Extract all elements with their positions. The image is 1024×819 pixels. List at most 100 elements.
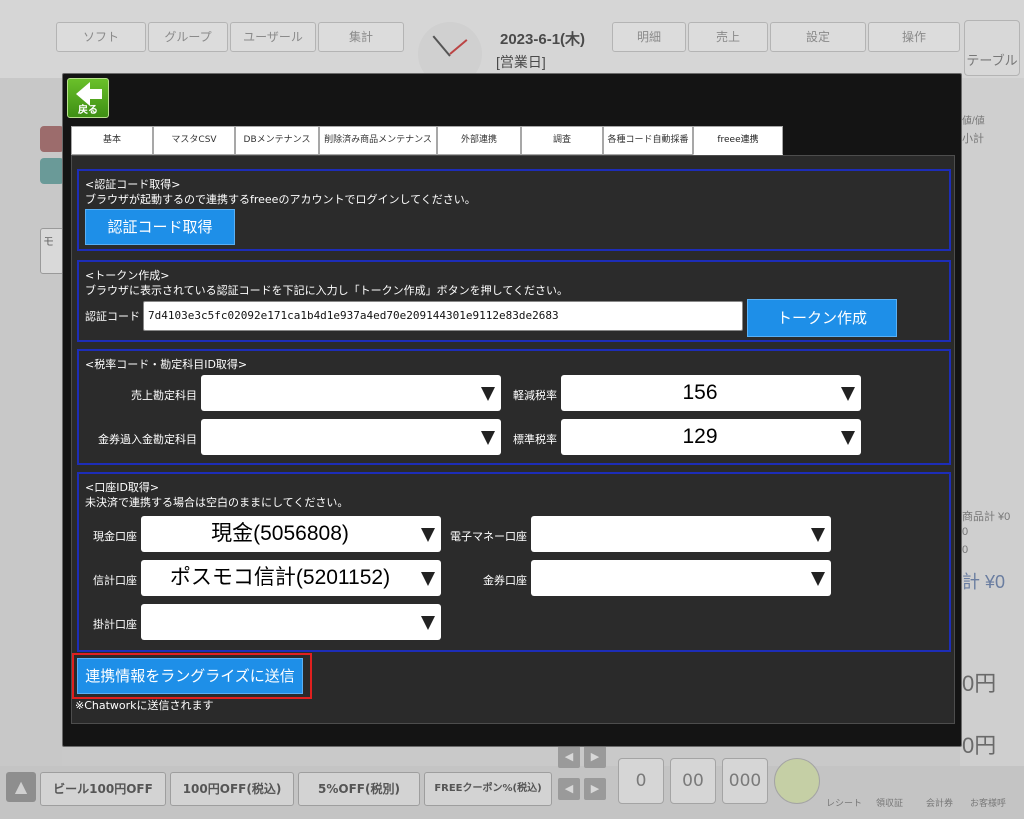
voucher-account-select[interactable] bbox=[531, 560, 831, 596]
send-note: ※Chatworkに送信されます bbox=[75, 699, 214, 712]
bg-day-type: [営業日] bbox=[496, 54, 546, 70]
send-to-ranglize-button[interactable]: 連携情報をラングライズに送信 bbox=[77, 658, 303, 694]
bg-right-text: 0 bbox=[962, 526, 969, 538]
section-description: ブラウザに表示されている認証コードを下記に入力し「トークン作成」ボタンを押してく… bbox=[85, 284, 569, 297]
back-button[interactable]: 戻る bbox=[67, 78, 109, 118]
tab-survey[interactable]: 調査 bbox=[521, 126, 603, 155]
dropdown-arrow-icon bbox=[421, 572, 435, 586]
send-highlight-box: 連携情報をラングライズに送信 bbox=[72, 653, 312, 699]
bg-top-button: 設定 bbox=[770, 22, 866, 52]
bg-table-button: テーブル bbox=[964, 20, 1020, 76]
bg-right-panel bbox=[960, 78, 1024, 768]
reduced-tax-label: 軽減税率 bbox=[513, 389, 557, 402]
section-description: ブラウザが起動するので連携するfreeeのアカウントでログインしてください。 bbox=[85, 193, 476, 206]
sales-account-select[interactable] bbox=[201, 375, 501, 411]
tab-deleted-items[interactable]: 削除済み商品メンテナンス bbox=[319, 126, 437, 155]
bg-top-button: ユーザール bbox=[230, 22, 316, 52]
voucher-over-account-select[interactable] bbox=[201, 419, 501, 455]
bg-left-arrow-icon: ◀ bbox=[558, 778, 580, 800]
bg-right-arrow-icon: ▶ bbox=[584, 746, 606, 768]
emoney-account-select[interactable] bbox=[531, 516, 831, 552]
tax-code-section: <税率コード・勘定科目ID取得> 売上勘定科目 軽減税率 156 金券過入金勘定… bbox=[77, 349, 951, 465]
bg-discount-button: 5%OFF(税別) bbox=[298, 772, 420, 806]
dropdown-arrow-icon bbox=[841, 431, 855, 445]
token-section: <トークン作成> ブラウザに表示されている認証コードを下記に入力し「トークン作成… bbox=[77, 260, 951, 342]
bg-table-label: テーブル bbox=[966, 54, 1018, 69]
bg-right-arrow-icon: ▶ bbox=[584, 778, 606, 800]
bg-numpad-key: 000 bbox=[722, 758, 768, 804]
bg-left-button: モ bbox=[40, 228, 64, 274]
bg-right-text: 値/値 bbox=[962, 116, 985, 127]
bg-top-button: ソフト bbox=[56, 22, 146, 52]
cash-account-label: 現金口座 bbox=[93, 530, 137, 543]
dropdown-arrow-icon bbox=[811, 572, 825, 586]
bg-icon-label: お客様呼 bbox=[970, 799, 1007, 809]
bg-up-icon: ▲ bbox=[6, 772, 36, 802]
bg-top-button: 売上 bbox=[688, 22, 768, 52]
dropdown-arrow-icon bbox=[481, 431, 495, 445]
bg-right-text: 0 bbox=[962, 544, 969, 556]
back-label: 戻る bbox=[78, 105, 98, 116]
bg-icon-label: 会計券 bbox=[926, 799, 954, 809]
section-title: <口座ID取得> bbox=[85, 481, 160, 494]
bg-date: 2023-6-1(木) bbox=[500, 31, 586, 48]
standard-tax-select[interactable]: 129 bbox=[561, 419, 861, 455]
auth-code-input[interactable]: 7d4103e3c5fc02092e171ca1b4d1e937a4ed70e2… bbox=[143, 301, 743, 331]
get-auth-code-button[interactable]: 認証コード取得 bbox=[85, 209, 235, 245]
bg-right-total: 計 ¥0 bbox=[962, 572, 1006, 592]
tab-freee[interactable]: freee連携 bbox=[693, 126, 783, 155]
section-title: <認証コード取得> bbox=[85, 178, 181, 191]
tab-db-maintenance[interactable]: DBメンテナンス bbox=[235, 126, 319, 155]
bg-top-button: 明細 bbox=[612, 22, 686, 52]
tab-auto-numbering[interactable]: 各種コード自動採番 bbox=[603, 126, 693, 155]
create-token-button[interactable]: トークン作成 bbox=[747, 299, 897, 337]
dropdown-arrow-icon bbox=[421, 528, 435, 542]
credit-account-select[interactable]: ポスモコ信計(5201152) bbox=[141, 560, 441, 596]
tab-master-csv[interactable]: マスタCSV bbox=[153, 126, 235, 155]
bg-check-icon bbox=[774, 758, 820, 804]
tab-content: <認証コード取得> ブラウザが起動するので連携するfreeeのアカウントでログイ… bbox=[71, 155, 955, 724]
dropdown-arrow-icon bbox=[841, 387, 855, 401]
auth-code-section: <認証コード取得> ブラウザが起動するので連携するfreeeのアカウントでログイ… bbox=[77, 169, 951, 251]
voucher-over-account-label: 金券過入金勘定科目 bbox=[98, 433, 197, 446]
cash-account-select[interactable]: 現金(5056808) bbox=[141, 516, 441, 552]
settings-modal: 戻る 基本 マスタCSV DBメンテナンス 削除済み商品メンテナンス 外部連携 … bbox=[62, 73, 962, 747]
bg-right-amount: 0円 bbox=[962, 733, 997, 758]
select-value: 129 bbox=[682, 425, 718, 448]
voucher-account-label: 金券口座 bbox=[483, 574, 527, 587]
bg-numpad-key: 0 bbox=[618, 758, 664, 804]
bg-icon-label: レシート bbox=[826, 799, 863, 809]
account-id-section: <口座ID取得> 未決済で連携する場合は空白のままにしてください。 現金口座 現… bbox=[77, 472, 951, 652]
tab-basic[interactable]: 基本 bbox=[71, 126, 153, 155]
bg-discount-button: ビール100円OFF bbox=[40, 772, 166, 806]
emoney-account-label: 電子マネー口座 bbox=[450, 530, 527, 543]
bg-icon-label: 領収証 bbox=[876, 799, 904, 809]
bg-right-amount: 0円 bbox=[962, 671, 997, 696]
sales-account-label: 売上勘定科目 bbox=[131, 389, 197, 402]
auth-code-label: 認証コード bbox=[85, 310, 140, 323]
bg-top-button: 操作 bbox=[868, 22, 960, 52]
bg-left-arrow-icon: ◀ bbox=[558, 746, 580, 768]
receivable-account-select[interactable] bbox=[141, 604, 441, 640]
select-value: 現金(5056808) bbox=[211, 522, 349, 545]
bg-discount-button: FREEクーポン%(税込) bbox=[424, 772, 552, 806]
section-title: <税率コード・勘定科目ID取得> bbox=[85, 358, 248, 371]
select-value: ポスモコ信計(5201152) bbox=[169, 566, 391, 589]
section-description: 未決済で連携する場合は空白のままにしてください。 bbox=[85, 496, 349, 509]
credit-account-label: 信計口座 bbox=[93, 574, 137, 587]
tab-external[interactable]: 外部連携 bbox=[437, 126, 521, 155]
receivable-account-label: 掛計口座 bbox=[93, 618, 137, 631]
section-title: <トークン作成> bbox=[85, 269, 170, 282]
bg-numpad-key: 00 bbox=[670, 758, 716, 804]
dropdown-arrow-icon bbox=[421, 616, 435, 630]
bg-left-pill bbox=[40, 126, 64, 152]
dropdown-arrow-icon bbox=[811, 528, 825, 542]
bg-top-button: 集計 bbox=[318, 22, 404, 52]
reduced-tax-select[interactable]: 156 bbox=[561, 375, 861, 411]
select-value: 156 bbox=[682, 381, 718, 404]
bg-left-pill bbox=[40, 158, 64, 184]
bg-discount-button: 100円OFF(税込) bbox=[170, 772, 294, 806]
bg-right-text: 商品計 ¥0 bbox=[962, 511, 1011, 523]
standard-tax-label: 標準税率 bbox=[513, 433, 557, 446]
bg-right-text: 小計 bbox=[962, 133, 984, 145]
